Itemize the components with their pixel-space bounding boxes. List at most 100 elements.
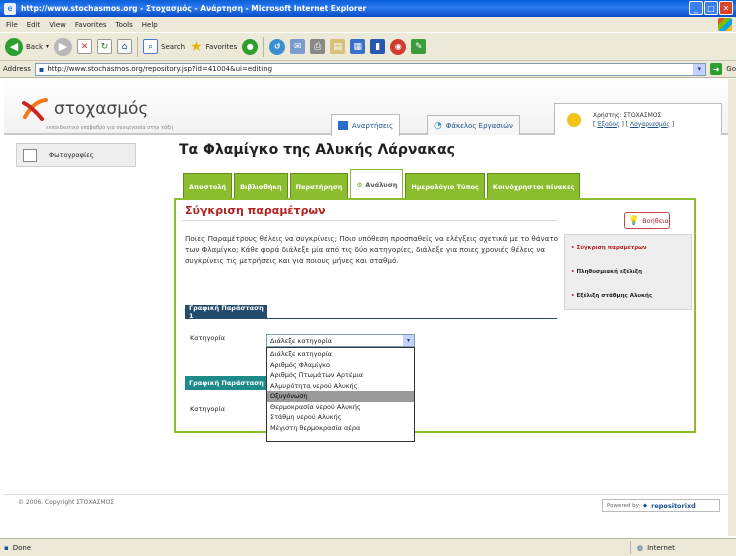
translate-icon[interactable]: ✎ <box>411 39 427 54</box>
photo-icon <box>23 148 37 162</box>
go-label[interactable]: Go <box>726 65 736 73</box>
dropdown-option[interactable]: Αλμυρότητα νερού Αλυκής <box>267 381 414 392</box>
logo-mark-icon <box>22 97 48 121</box>
category-label-1: Κατηγορία <box>190 334 226 342</box>
search-button[interactable]: ⌕ Search <box>143 36 185 57</box>
select-value: Διάλεξε κατηγορία <box>270 336 333 345</box>
mail-icon[interactable]: ✉ <box>290 39 306 54</box>
toolbar-separator <box>137 36 139 57</box>
series1-header: Γραφική Παράσταση 1 <box>185 304 267 320</box>
powered-by-badge[interactable]: Powered by ◆ repositorixd <box>602 499 720 512</box>
go-arrow-icon[interactable]: ➜ <box>710 63 723 75</box>
menu-file[interactable]: File <box>6 21 18 29</box>
dropdown-icon: ▾ <box>46 43 50 50</box>
back-button[interactable]: ◀ Back ▾ <box>5 36 49 57</box>
address-url: http://www.stochasmos.org/repository.jsp… <box>47 65 273 73</box>
user-box: Χρήστης: ΣΤΟΧΑΣΜΟΣ [ Έξοδος ] [ Λογαριασ… <box>554 103 722 135</box>
link-water-level[interactable]: • Εξέλιξη στάθμης Αλυκής <box>571 293 652 299</box>
series1-rule <box>267 318 557 319</box>
back-arrow-icon: ◀ <box>5 37 23 56</box>
dropdown-option[interactable]: Αριθμός Πτωμάτων Αρτέμια <box>267 370 414 381</box>
dropdown-option-selected[interactable]: Οξυγόνωση <box>267 391 414 402</box>
link-compare-parameters[interactable]: • Σύγκριση παραμέτρων <box>571 245 647 251</box>
window-titlebar: e http://www.stochasmos.org - Στοχασμός … <box>0 0 736 17</box>
site-header: στοχασμός εκπαιδευτικό υπόβαθρο για συνε… <box>4 79 728 136</box>
dropdown-option[interactable]: Θερμοκρασία νερού Αλυκής <box>267 402 414 413</box>
zone-indicator: ◍ Internet <box>630 541 675 554</box>
globe-icon: ◍ <box>637 543 644 552</box>
menu-tools[interactable]: Tools <box>116 21 133 29</box>
page-title: Τα Φλαμίγκο της Αλυκής Λάρνακας <box>179 142 455 158</box>
history-icon[interactable]: ↺ <box>269 38 286 55</box>
tab-shared-tables[interactable]: Κοινόχρηστοι πίνακες <box>486 173 581 199</box>
web-page: στοχασμός εκπαιδευτικό υπόβαθρο για συνε… <box>4 79 728 536</box>
logout-link[interactable]: Έξοδος <box>597 121 619 128</box>
window-controls: _ □ ✕ <box>689 1 733 15</box>
close-icon[interactable]: ✕ <box>719 1 733 15</box>
messenger-icon[interactable]: ▦ <box>350 39 366 54</box>
avatar <box>567 112 581 127</box>
vertical-scrollbar[interactable] <box>728 79 736 536</box>
chevron-down-icon[interactable]: ▾ <box>403 335 414 346</box>
favorites-button[interactable]: ★ Favorites <box>190 36 237 57</box>
menu-view[interactable]: View <box>49 21 66 29</box>
section-title: Σύγκριση παραμέτρων <box>185 204 326 217</box>
dropdown-option[interactable]: Διάλεξε κατηγορία <box>267 349 414 360</box>
zone-text: Internet <box>647 543 675 552</box>
stop-icon[interactable]: ✕ <box>77 39 93 54</box>
sidebar-item-label: Φωτογραφίες <box>49 151 94 159</box>
dropdown-option[interactable]: Αριθμός Φλαμίγκο <box>267 360 414 371</box>
category-select-1[interactable]: Διάλεξε κατηγορία ▾ <box>266 334 415 347</box>
folder-icon[interactable]: ▤ <box>330 39 346 54</box>
tab-send[interactable]: Αποστολή <box>183 173 233 199</box>
menu-edit[interactable]: Edit <box>27 21 41 29</box>
address-label: Address <box>3 65 31 73</box>
logo-name: στοχασμός <box>54 99 149 119</box>
forward-arrow-icon[interactable]: ▶ <box>54 37 73 56</box>
sidebar-item-photos[interactable]: Φωτογραφίες <box>16 143 136 167</box>
logo-tagline: εκπαιδευτικό υπόβαθρο για συνεργασία στη… <box>46 125 174 131</box>
tab-library[interactable]: Βιβλιοθήκη <box>234 173 288 199</box>
toolbar-separator <box>263 36 265 57</box>
category-dropdown-list: Διάλεξε κατηγορία Αριθμός Φλαμίγκο Αριθμ… <box>266 347 415 442</box>
dropdown-option[interactable]: Μέγιστη θερμοκρασία αέρα <box>267 423 414 434</box>
tab-workfolder[interactable]: ◔ Φάκελος Εργασιών <box>427 115 520 135</box>
status-text: Done <box>12 543 32 552</box>
tab-observation[interactable]: Παρατήρηση <box>289 173 349 199</box>
menu-help[interactable]: Help <box>142 21 158 29</box>
page-footer: © 2006. Copyright ΣΤΟΧΑΣΜΟΣ Powered by ◆… <box>4 494 728 518</box>
star-icon: ★ <box>190 38 203 55</box>
tab-journal[interactable]: Ημερολόγιο Τύπος <box>405 173 485 199</box>
nav-tabs: Αποστολή Βιβλιοθήκη Παρατήρηση ⚙ Ανάλυση… <box>183 169 581 199</box>
page-icon: ▪ <box>38 64 45 74</box>
maximize-icon[interactable]: □ <box>704 1 718 15</box>
title-divider <box>182 220 558 221</box>
address-input[interactable]: ▪ http://www.stochasmos.org/repository.j… <box>34 62 707 76</box>
research-icon[interactable]: ◉ <box>390 38 407 55</box>
refresh-icon[interactable]: ↻ <box>97 39 113 54</box>
browser-toolbar: ◀ Back ▾ ▶ ✕ ↻ ⌂ ⌕ Search ★ Favorites ● … <box>0 32 736 61</box>
site-logo[interactable]: στοχασμός <box>22 97 148 121</box>
window-title: http://www.stochasmos.org - Στοχασμός - … <box>21 4 367 13</box>
home-icon[interactable]: ⌂ <box>117 39 133 54</box>
account-link[interactable]: Λογαριασμός <box>630 121 670 128</box>
tab-analysis[interactable]: ⚙ Ανάλυση <box>350 169 404 199</box>
ie-icon: e <box>4 2 16 15</box>
media-icon[interactable]: ● <box>242 38 259 55</box>
bookmark-icon[interactable]: ▮ <box>370 39 386 54</box>
category-label-2: Κατηγορία <box>190 405 226 413</box>
address-bar: Address ▪ http://www.stochasmos.org/repo… <box>0 61 736 78</box>
dropdown-option[interactable]: Στάθμη νερού Αλυκής <box>267 412 414 423</box>
print-icon[interactable]: ⎙ <box>310 39 326 54</box>
help-button[interactable]: 💡 Βοήθεια <box>624 212 670 229</box>
minimize-icon[interactable]: _ <box>689 1 703 15</box>
menu-bar: File Edit View Favorites Tools Help <box>0 17 736 32</box>
gear-icon: ⚙ <box>356 180 363 189</box>
user-welcome: Χρήστης: ΣΤΟΧΑΣΜΟΣ <box>593 111 662 119</box>
link-population[interactable]: • Πληθυσμιακή εξέλιξη <box>571 269 642 275</box>
tab-posts[interactable]: Αναρτήσεις <box>331 114 401 136</box>
right-links-panel: • Σύγκριση παραμέτρων • Πληθυσμιακή εξέλ… <box>564 234 692 310</box>
status-bar: ▪ Done ◍ Internet <box>0 538 736 556</box>
menu-favorites[interactable]: Favorites <box>75 21 107 29</box>
chevron-down-icon[interactable]: ▾ <box>693 63 706 75</box>
